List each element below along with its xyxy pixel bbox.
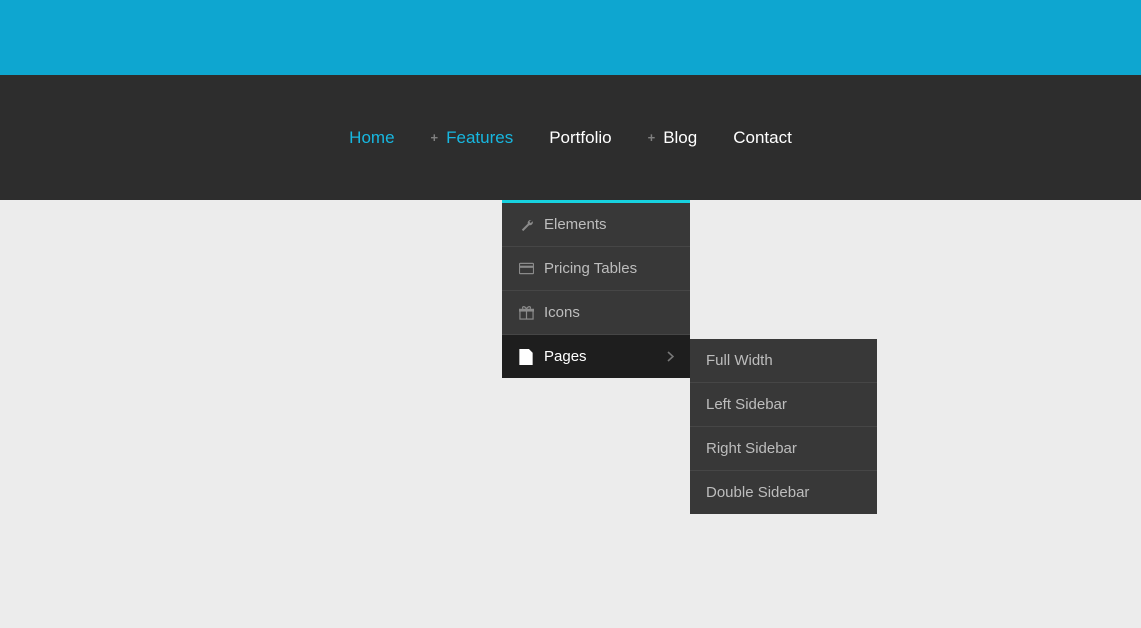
nav-item-portfolio[interactable]: Portfolio xyxy=(549,128,611,148)
sub-item-double-sidebar[interactable]: Double Sidebar xyxy=(690,471,877,514)
sub-item-left-sidebar[interactable]: Left Sidebar xyxy=(690,383,877,427)
dropdown-item-pricing[interactable]: Pricing Tables xyxy=(502,247,690,291)
dropdown-label: Elements xyxy=(544,216,607,233)
nav-label: Features xyxy=(446,128,513,148)
dropdown-item-elements[interactable]: Elements xyxy=(502,203,690,247)
gift-icon xyxy=(518,305,534,321)
sub-label: Right Sidebar xyxy=(706,440,797,457)
nav-list: Home + Features Portfolio + Blog Contact xyxy=(349,128,792,148)
sub-label: Double Sidebar xyxy=(706,484,809,501)
dropdown-item-pages[interactable]: Pages xyxy=(502,335,690,378)
nav-item-home[interactable]: Home xyxy=(349,128,394,148)
wrench-icon xyxy=(518,217,534,233)
nav-label: Portfolio xyxy=(549,128,611,148)
nav-item-contact[interactable]: Contact xyxy=(733,128,792,148)
nav-label: Contact xyxy=(733,128,792,148)
sub-item-right-sidebar[interactable]: Right Sidebar xyxy=(690,427,877,471)
dropdown-label: Pages xyxy=(544,348,587,365)
plus-icon: + xyxy=(648,130,656,145)
nav-label: Home xyxy=(349,128,394,148)
dropdown-item-icons[interactable]: Icons xyxy=(502,291,690,335)
chevron-right-icon xyxy=(667,351,674,362)
top-bar xyxy=(0,0,1141,75)
sub-label: Left Sidebar xyxy=(706,396,787,413)
sub-label: Full Width xyxy=(706,352,773,369)
plus-icon: + xyxy=(431,130,439,145)
card-icon xyxy=(518,261,534,277)
pages-submenu: Full Width Left Sidebar Right Sidebar Do… xyxy=(690,339,877,514)
sub-item-full-width[interactable]: Full Width xyxy=(690,339,877,383)
features-dropdown: Elements Pricing Tables Icons Pages xyxy=(502,200,690,378)
dropdown-label: Pricing Tables xyxy=(544,260,637,277)
document-icon xyxy=(518,349,534,365)
dropdown-label: Icons xyxy=(544,304,580,321)
nav-item-blog[interactable]: + Blog xyxy=(648,128,698,148)
main-nav: Home + Features Portfolio + Blog Contact xyxy=(0,75,1141,200)
nav-item-features[interactable]: + Features xyxy=(431,128,514,148)
nav-label: Blog xyxy=(663,128,697,148)
